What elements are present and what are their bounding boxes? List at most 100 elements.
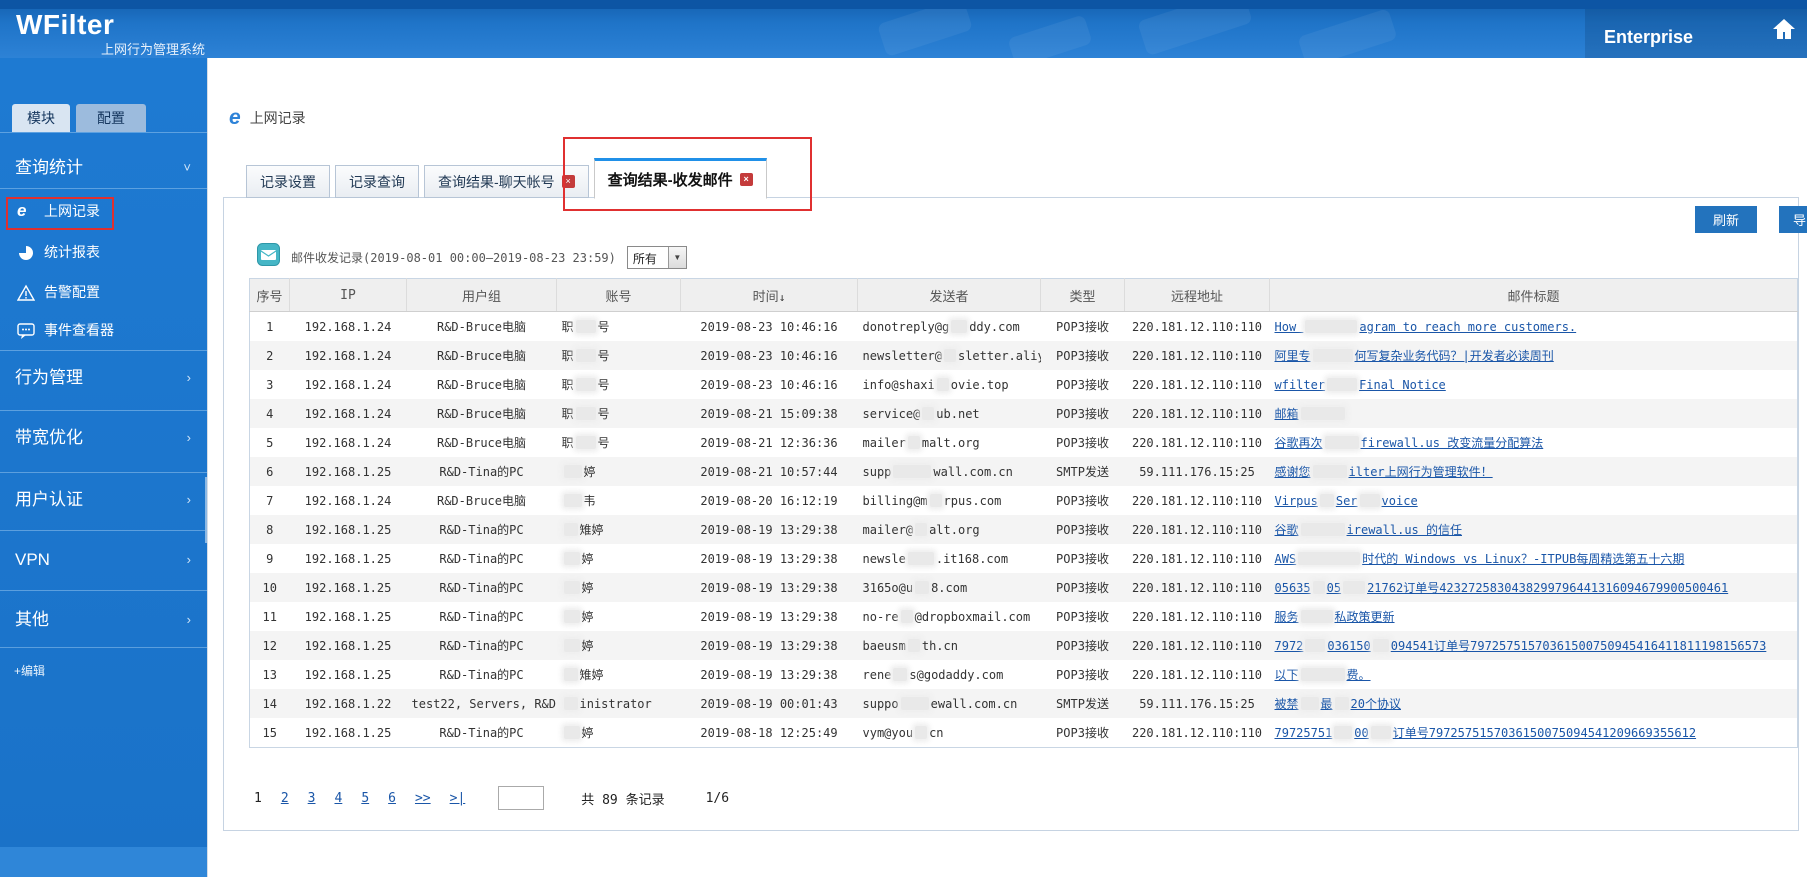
table-row: 2192.168.1.24R&D-Bruce电脑职号2019-08-23 10:…	[250, 341, 1798, 370]
email-subject-link[interactable]: 邮箱	[1275, 407, 1347, 421]
redaction-blur	[908, 639, 920, 652]
tab-record-query[interactable]: 记录查询	[335, 165, 419, 198]
next-pages-link[interactable]: >>	[415, 791, 431, 806]
redaction-blur	[1301, 407, 1345, 420]
text-fragment: 7972	[1275, 639, 1304, 653]
cell-sender: mailermalt.org	[858, 428, 1041, 457]
page-link[interactable]: 6	[388, 791, 396, 806]
email-subject-link[interactable]: How agram to reach more customers.	[1275, 320, 1577, 334]
sidebar-section-behavior-mgmt[interactable]: 行为管理 ›	[0, 358, 207, 398]
text-fragment: 婷	[582, 581, 594, 595]
cell-type: SMTP发送	[1041, 689, 1125, 718]
cell-remote: 220.181.12.110:110	[1125, 602, 1270, 631]
page-jump-input[interactable]	[498, 786, 544, 810]
table-row: 15192.168.1.25R&D-Tina的PC婷2019-08-18 12:…	[250, 718, 1798, 748]
last-page-link[interactable]: >|	[450, 791, 466, 806]
cell-account: 婷	[557, 718, 681, 748]
text-fragment: agram to reach more customers.	[1359, 320, 1576, 334]
email-subject-link[interactable]: VirpusServoice	[1275, 494, 1418, 508]
page-link[interactable]: 2	[281, 791, 289, 806]
tab-label: 查询结果-聊天帐号	[438, 172, 555, 192]
email-subject-link[interactable]: 以下费。	[1275, 668, 1371, 682]
cell-index: 5	[250, 428, 290, 457]
cell-sender: billing@mrpus.com	[858, 486, 1041, 515]
column-header-8[interactable]: 邮件标题	[1270, 279, 1798, 312]
column-header-7[interactable]: 远程地址	[1125, 279, 1270, 312]
tab-result-chat-accounts[interactable]: 查询结果-聊天帐号 ×	[424, 165, 589, 198]
redaction-blur	[564, 465, 582, 478]
table-header: 序号IP用户组账号时间↓发送者类型远程地址邮件标题	[250, 279, 1798, 312]
text-fragment: Virpus	[1275, 494, 1318, 508]
sidebar-edit-link[interactable]: +编辑	[14, 662, 45, 679]
page-link[interactable]: 3	[308, 791, 316, 806]
column-header-3[interactable]: 账号	[557, 279, 681, 312]
chevron-right-icon: ›	[187, 418, 191, 458]
sidebar-section-other[interactable]: 其他 ›	[0, 600, 207, 640]
email-subject-link[interactable]: AWS时代的 Windows vs Linux？-ITPUB每周精选第五十六期	[1275, 552, 1685, 566]
email-subject-link[interactable]: 7972575100订单号797257515703615007509454120…	[1275, 726, 1697, 740]
table-row: 1192.168.1.24R&D-Bruce电脑职号2019-08-23 10:…	[250, 312, 1798, 342]
redaction-blur	[1320, 494, 1334, 507]
column-header-5[interactable]: 发送者	[858, 279, 1041, 312]
sidebar-section-vpn[interactable]: VPN ›	[0, 540, 207, 580]
email-subject-link[interactable]: 被禁最20个协议	[1275, 697, 1401, 711]
sidebar-tab-config[interactable]: 配置	[76, 104, 146, 132]
close-icon[interactable]: ×	[740, 173, 753, 186]
email-subject-link[interactable]: 056350521762订单号4232725830438299796441316…	[1275, 581, 1729, 595]
cell-time: 2019-08-19 13:29:38	[681, 544, 858, 573]
tab-record-settings[interactable]: 记录设置	[246, 165, 330, 198]
redaction-blur	[564, 610, 580, 623]
export-button[interactable]: 导	[1779, 206, 1807, 233]
column-header-1[interactable]: IP	[290, 279, 407, 312]
tab-result-emails[interactable]: 查询结果-收发邮件 ×	[594, 158, 767, 199]
redaction-blur	[908, 552, 934, 565]
column-header-2[interactable]: 用户组	[407, 279, 557, 312]
sidebar-section-user-auth[interactable]: 用户认证 ›	[0, 480, 207, 520]
sidebar-section-bandwidth[interactable]: 带宽优化 ›	[0, 418, 207, 458]
cell-subject: 邮箱	[1270, 399, 1798, 428]
email-subject-link[interactable]: 阿里专何写复杂业务代码？|开发者必读周刊	[1275, 349, 1554, 363]
close-icon[interactable]: ×	[562, 175, 575, 188]
sidebar-tab-modules[interactable]: 模块	[12, 104, 70, 132]
text-fragment: .it168.com	[936, 552, 1008, 566]
sidebar-section-query-stats[interactable]: 查询统计 ˅	[0, 148, 207, 188]
cell-type: POP3接收	[1041, 399, 1125, 428]
redaction-blur	[1325, 436, 1359, 449]
column-header-4[interactable]: 时间↓	[681, 279, 858, 312]
cell-subject: 阿里专何写复杂业务代码？|开发者必读周刊	[1270, 341, 1798, 370]
redaction-blur	[564, 552, 580, 565]
page-link[interactable]: 5	[361, 791, 369, 806]
email-subject-link[interactable]: 谷歌irewall.us 的信任	[1275, 523, 1463, 537]
sidebar-item-internet-records[interactable]: e 上网记录	[0, 197, 207, 225]
email-subject-link[interactable]: 感谢您ilter上网行为管理软件！	[1275, 465, 1493, 479]
table-row: 6192.168.1.25R&D-Tina的PC婷2019-08-21 10:5…	[250, 457, 1798, 486]
email-subject-link[interactable]: 服务私政策更新	[1275, 610, 1395, 624]
sidebar-item-alert-config[interactable]: 告警配置	[0, 278, 207, 306]
cell-group: R&D-Tina的PC	[407, 718, 557, 748]
sidebar-item-label: 事件查看器	[44, 316, 114, 344]
text-fragment: 00	[1354, 726, 1368, 740]
cell-type: POP3接收	[1041, 544, 1125, 573]
cell-sender: vym@youcn	[858, 718, 1041, 748]
redaction-blur	[564, 697, 578, 710]
cell-ip: 192.168.1.25	[290, 457, 407, 486]
email-subject-link[interactable]: 7972 036150 094541订单号797257515703615007509…	[1275, 639, 1767, 653]
type-filter-dropdown[interactable]: 所有 ▼	[627, 246, 687, 269]
email-subject-link[interactable]: 谷歌再次firewall.us 改变流量分配算法	[1275, 436, 1544, 450]
redaction-blur	[564, 668, 578, 681]
home-icon[interactable]	[1771, 16, 1797, 42]
refresh-button[interactable]: 刷新	[1695, 206, 1757, 233]
page-link[interactable]: 4	[334, 791, 342, 806]
tab-label: 查询结果-收发邮件	[608, 169, 733, 190]
sidebar-item-event-viewer[interactable]: 事件查看器	[0, 316, 207, 344]
column-header-0[interactable]: 序号	[250, 279, 290, 312]
column-header-6[interactable]: 类型	[1041, 279, 1125, 312]
cell-group: R&D-Tina的PC	[407, 631, 557, 660]
text-fragment: 婷	[584, 465, 596, 479]
sidebar-item-statistics-report[interactable]: 统计报表	[0, 238, 207, 266]
email-subject-link[interactable]: wfilterFinal Notice	[1275, 378, 1446, 392]
text-fragment: 094541订单号7972575157036150075094541641181…	[1391, 639, 1767, 653]
cell-type: POP3接收	[1041, 515, 1125, 544]
text-fragment: 036150	[1327, 639, 1370, 653]
cell-type: POP3接收	[1041, 660, 1125, 689]
